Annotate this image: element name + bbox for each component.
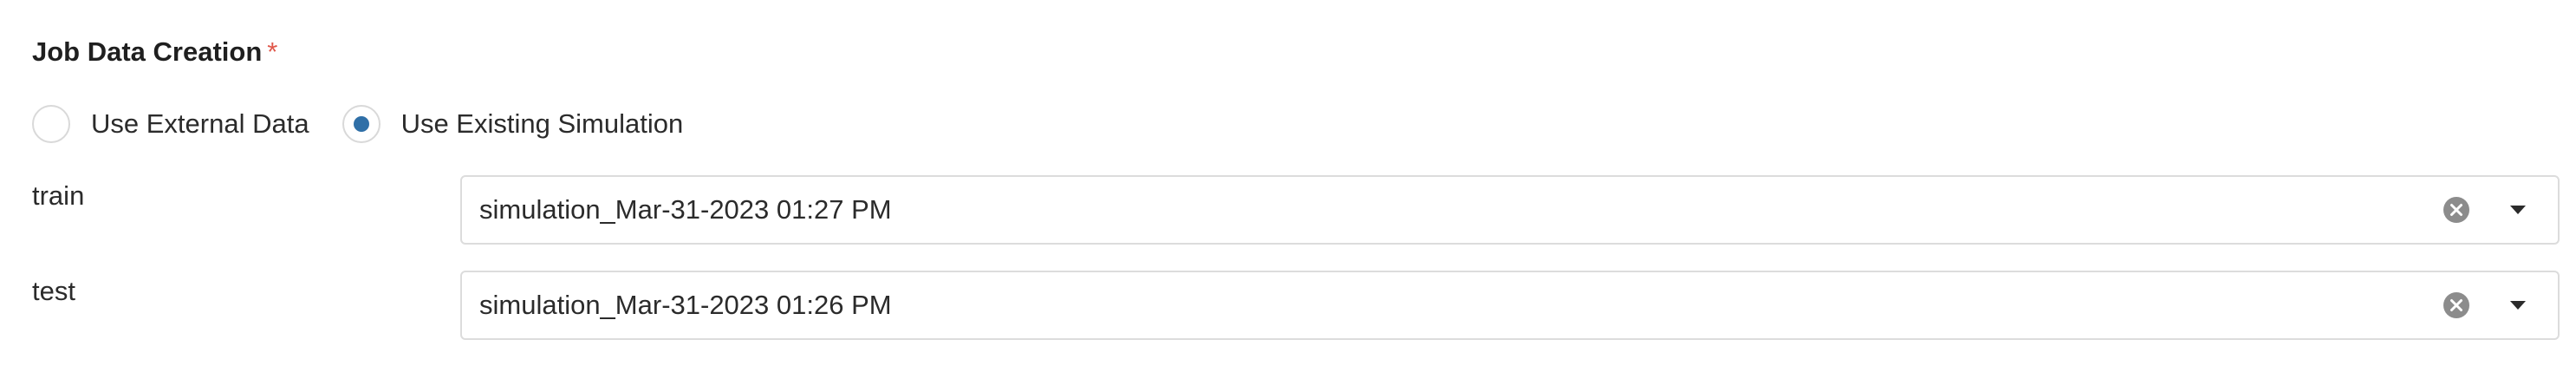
radio-use-existing-simulation[interactable]: Use Existing Simulation xyxy=(342,105,684,143)
job-data-creation-form: Job Data Creation * Use External Data Use… xyxy=(0,0,2576,392)
radio-circle-unchecked[interactable] xyxy=(32,105,70,143)
radio-label-external-data[interactable]: Use External Data xyxy=(91,107,309,141)
train-select-value[interactable]: simulation_Mar-31-2023 01:27 PM xyxy=(479,177,892,243)
radio-circle-checked[interactable] xyxy=(342,105,381,143)
required-asterisk: * xyxy=(267,36,278,67)
data-source-radio-group: Use External Data Use Existing Simulatio… xyxy=(32,102,716,146)
test-select[interactable]: simulation_Mar-31-2023 01:26 PM xyxy=(460,271,2560,340)
section-title: Job Data Creation * xyxy=(32,35,277,69)
caret-down-icon[interactable] xyxy=(2508,297,2528,314)
test-select-value[interactable]: simulation_Mar-31-2023 01:26 PM xyxy=(479,272,892,338)
clear-circle-x-icon[interactable] xyxy=(2443,291,2470,319)
train-label: train xyxy=(32,180,85,211)
radio-label-existing-simulation[interactable]: Use Existing Simulation xyxy=(401,107,684,141)
section-title-text: Job Data Creation xyxy=(32,36,263,67)
caret-down-icon[interactable] xyxy=(2508,201,2528,219)
clear-circle-x-icon[interactable] xyxy=(2443,196,2470,224)
train-select[interactable]: simulation_Mar-31-2023 01:27 PM xyxy=(460,175,2560,245)
test-label: test xyxy=(32,276,75,306)
radio-use-external-data[interactable]: Use External Data xyxy=(32,105,309,143)
radio-selected-dot xyxy=(353,116,369,132)
